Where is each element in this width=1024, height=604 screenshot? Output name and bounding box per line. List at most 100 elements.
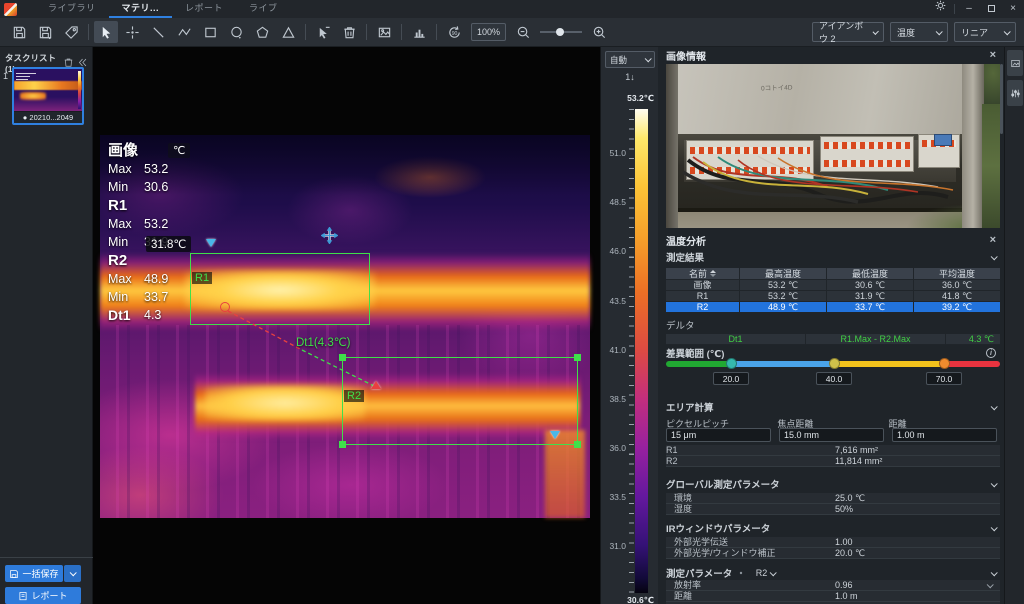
scale-tick-label: 36.0	[602, 443, 626, 453]
ir-window-header[interactable]: IRウィンドウパラメータ	[658, 521, 1004, 535]
save-icon[interactable]	[7, 21, 31, 43]
batch-save-dropdown[interactable]	[64, 565, 81, 582]
overlay-unit-badge: ℃	[168, 143, 190, 158]
divider	[954, 4, 955, 14]
image-view-icon[interactable]	[372, 21, 396, 43]
roi-handle[interactable]	[574, 354, 581, 361]
distance-input[interactable]: 1.00 m	[892, 428, 997, 442]
save-as-icon[interactable]	[33, 21, 57, 43]
zoom-slider-handle[interactable]	[556, 28, 564, 36]
chevron-down-icon	[1004, 28, 1011, 35]
tag-icon[interactable]	[59, 21, 83, 43]
circle-tool-icon[interactable]	[224, 21, 248, 43]
roi-handle[interactable]	[339, 441, 346, 448]
results-section-header[interactable]: 測定結果	[658, 250, 1004, 264]
analysis-toggle-icon[interactable]	[1007, 80, 1023, 106]
table-row-image[interactable]: 画像 53.2 ℃ 30.6 ℃ 36.0 ℃	[666, 280, 1000, 291]
image-info-header: 画像情報 ×	[658, 47, 1004, 63]
table-row-r1[interactable]: R1 53.2 ℃ 31.9 ℃ 41.8 ℃	[666, 291, 1000, 302]
zoom-slider[interactable]	[540, 31, 582, 33]
roi-handle[interactable]	[574, 441, 581, 448]
roi-r1-rectangle[interactable]: R1	[190, 253, 370, 325]
info-icon[interactable]: i	[986, 348, 996, 358]
cursor-temperature-tooltip: 31.8℃	[146, 236, 191, 252]
thermal-image[interactable]: 画像 Max53.2 Min30.6 R1 Max53.2 Min31.9 R2…	[100, 135, 590, 518]
range-handle-high[interactable]	[939, 358, 950, 369]
pixel-pitch-input[interactable]: 15 μm	[666, 428, 771, 442]
image-canvas: 画像 Max53.2 Min30.6 R1 Max53.2 Min31.9 R2…	[93, 47, 600, 604]
zoom-in-icon[interactable]	[587, 21, 611, 43]
range-value-low[interactable]: 20.0	[713, 372, 749, 385]
results-table-header[interactable]: 名前 最高温度 最低温度 平均温度	[666, 268, 1000, 280]
range-handle-low[interactable]	[726, 358, 737, 369]
range-value-mid[interactable]: 40.0	[816, 372, 852, 385]
delete-icon[interactable]	[337, 21, 361, 43]
task-item-index: 1	[3, 71, 8, 81]
separator-dot: ・	[736, 566, 746, 580]
polyline-tool-icon[interactable]	[172, 21, 196, 43]
scale-mode-dropdown[interactable]: リニア	[954, 22, 1016, 42]
spot-tool-icon[interactable]	[120, 21, 144, 43]
area-row-r1: R1 7,616 mm²	[666, 445, 1000, 456]
rotate-90-icon[interactable]: 90	[442, 21, 466, 43]
table-row-r2-selected[interactable]: R2 48.9 ℃ 33.7 ℃ 39.2 ℃	[666, 302, 1000, 313]
deselect-tool-icon[interactable]	[311, 21, 335, 43]
focal-length-input[interactable]: 15.0 mm	[779, 428, 884, 442]
histogram-icon[interactable]	[407, 21, 431, 43]
overlay-r1-title: R1	[108, 196, 168, 215]
move-cursor-icon	[321, 227, 338, 244]
zoom-level-value[interactable]: 100%	[471, 23, 506, 41]
zoom-out-icon[interactable]	[511, 21, 535, 43]
settings-gear-icon[interactable]	[929, 0, 951, 18]
scale-mode-dropdown[interactable]: 自動	[605, 51, 655, 68]
scale-mode-value: 自動	[610, 54, 627, 66]
roi-r2-rectangle[interactable]: R2	[342, 357, 578, 445]
title-bar: ライブラリ マテリ... レポート ライブ – ×	[0, 0, 1024, 18]
delta-annotation: Dt1(4.3℃)	[296, 335, 350, 349]
task-thumbnail[interactable]: ● 20210...2049	[12, 67, 84, 125]
palette-dropdown[interactable]: アイアンボウ 2	[812, 22, 884, 42]
scale-tick-label: 43.5	[602, 296, 626, 306]
tab-library[interactable]: ライブラリ	[35, 0, 109, 18]
roi-handle[interactable]	[339, 354, 346, 361]
visible-light-photo[interactable]: 0コトイ4D	[666, 64, 1000, 228]
task-list-panel: タスクリスト (1) 1 ● 20210...2049 一括保存 レポート	[0, 47, 93, 604]
tab-report[interactable]: レポート	[172, 0, 236, 18]
close-temp-analysis-icon[interactable]: ×	[990, 235, 996, 245]
range-slider[interactable]	[666, 361, 1000, 367]
minimize-button[interactable]: –	[958, 0, 980, 18]
maximize-button[interactable]	[980, 0, 1002, 19]
global-params-header[interactable]: グローバル測定パラメータ	[658, 477, 1004, 491]
measure-mode-value: 温度	[897, 26, 915, 39]
r2-max-marker	[371, 381, 381, 389]
range-handle-mid[interactable]	[829, 358, 840, 369]
triangle-tool-icon[interactable]	[276, 21, 300, 43]
scale-sort-icon[interactable]: 1↓	[619, 72, 641, 86]
line-tool-icon[interactable]	[146, 21, 170, 43]
close-button[interactable]: ×	[1002, 0, 1024, 18]
range-value-high[interactable]: 70.0	[926, 372, 962, 385]
color-scale-gradient[interactable]	[635, 109, 648, 593]
delta-row[interactable]: Dt1 R1.Max - R2.Max 4.3 ℃	[666, 334, 1000, 345]
rectangle-tool-icon[interactable]	[198, 21, 222, 43]
scale-max-value: 53.2℃	[627, 93, 654, 104]
close-image-info-icon[interactable]: ×	[990, 50, 996, 60]
tab-material[interactable]: マテリ...	[109, 0, 173, 18]
select-tool-icon[interactable]	[94, 21, 118, 43]
measure-params-header[interactable]: 測定パラメータ ・ R2	[658, 566, 1004, 580]
measure-params-title: 測定パラメータ	[666, 566, 732, 580]
chevron-down-icon	[991, 403, 998, 410]
param-row-emissivity[interactable]: 放射率 0.96	[666, 580, 1000, 591]
report-button[interactable]: レポート	[5, 587, 81, 604]
area-calc-title: エリア計算	[666, 400, 714, 414]
image-info-toggle-icon[interactable]	[1007, 50, 1023, 76]
batch-save-button[interactable]: 一括保存	[5, 565, 63, 582]
measure-mode-dropdown[interactable]: 温度	[890, 22, 948, 42]
tab-live[interactable]: ライブ	[236, 0, 291, 18]
measure-target-dropdown[interactable]: R2	[756, 568, 775, 578]
panel-scrollbar[interactable]	[1000, 64, 1003, 134]
roi-r1-tag: R1	[192, 272, 212, 284]
polygon-tool-icon[interactable]	[250, 21, 274, 43]
area-calc-header[interactable]: エリア計算	[658, 400, 1004, 414]
param-row-distance: 距離 1.0 m	[666, 591, 1000, 602]
